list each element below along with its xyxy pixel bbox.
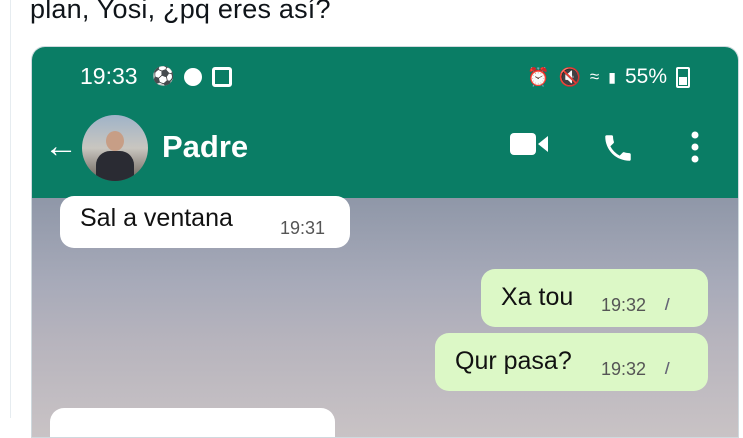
contact-name[interactable]: Padre: [162, 129, 248, 165]
mute-icon: 🔇: [558, 66, 581, 87]
message-time: 19:32: [601, 295, 647, 315]
message-text: Xa tou: [501, 283, 574, 311]
message-bubble[interactable]: Xa tou 19:32 //: [481, 269, 708, 327]
notification-icon: ⚽: [152, 66, 175, 86]
phone-call-icon[interactable]: [600, 131, 636, 165]
signal-icon: ▮: [608, 68, 616, 85]
alarm-icon: ⏰: [527, 66, 550, 87]
avatar[interactable]: [82, 115, 148, 181]
message-bubble[interactable]: Sal a ventana 19:31: [60, 196, 350, 248]
post-caption: plan, Yosi, ¿pq eres así?: [30, 0, 331, 24]
app-notification-icon: [212, 66, 233, 87]
pinterest-icon: [184, 67, 203, 86]
status-icons-left: ⚽: [152, 66, 233, 87]
battery-icon: [676, 66, 690, 88]
video-call-icon[interactable]: [510, 131, 550, 157]
chat-header: 19:33 ⚽ ⏰ 🔇 ≈ ▮ 55% ← Padre: [32, 47, 738, 198]
status-time: 19:33: [80, 63, 138, 89]
message-text: Sal a ventana: [80, 204, 233, 232]
whatsapp-screenshot: 19:33 ⚽ ⏰ 🔇 ≈ ▮ 55% ← Padre Sal a ventan…: [31, 46, 739, 438]
chat-area: Sal a ventana 19:31 Xa tou 19:32 // Qur …: [32, 196, 738, 437]
message-time: 19:32: [601, 359, 647, 379]
timeline-divider: [10, 0, 11, 418]
wifi-icon: ≈: [589, 67, 600, 86]
message-bubble-partial[interactable]: [50, 408, 335, 437]
message-bubble[interactable]: Qur pasa? 19:32 //: [435, 333, 708, 391]
more-options-icon[interactable]: [690, 131, 700, 163]
back-arrow-icon[interactable]: ←: [44, 127, 78, 166]
message-time: 19:31: [280, 218, 326, 238]
status-icons-right: ⏰ 🔇 ≈ ▮ 55%: [527, 65, 690, 89]
battery-percent: 55%: [624, 65, 667, 88]
message-text: Qur pasa?: [455, 347, 572, 375]
